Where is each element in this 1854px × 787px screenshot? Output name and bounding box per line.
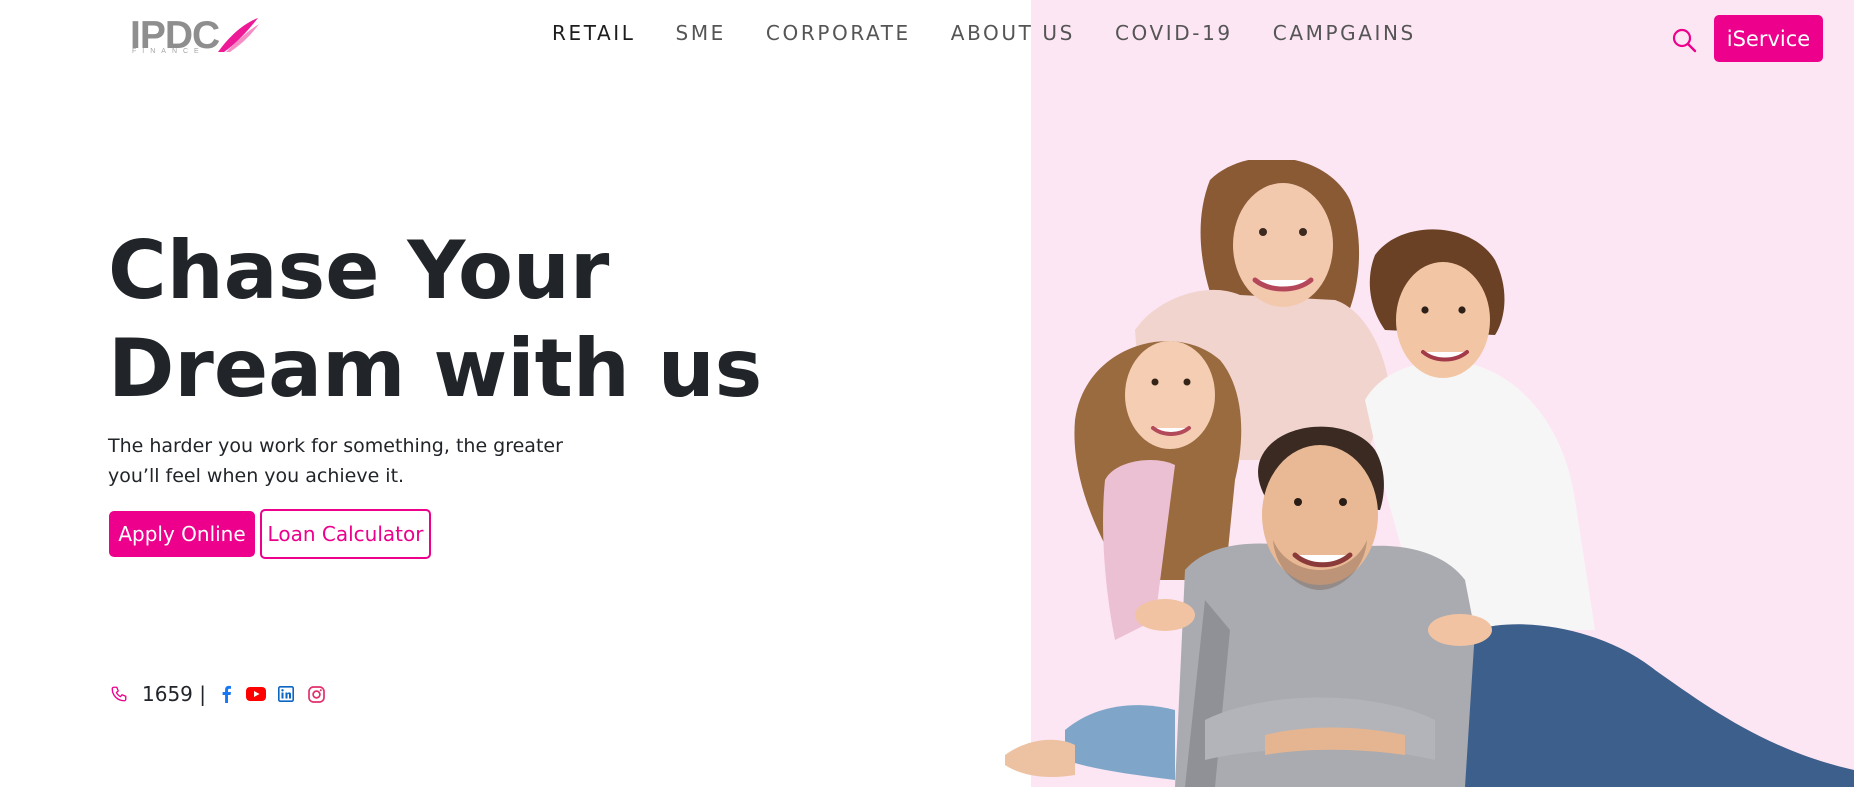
logo-swoosh-icon <box>218 18 259 52</box>
facebook-icon[interactable] <box>216 684 236 704</box>
headline-line-1: Chase Your <box>108 224 610 317</box>
main-nav: RETAIL SME CORPORATE ABOUT US COVID-19 C… <box>552 21 1456 45</box>
contact-bar: 1659 | <box>110 680 336 708</box>
nav-item-retail[interactable]: RETAIL <box>552 21 636 45</box>
nav-item-campgains[interactable]: CAMPGAINS <box>1273 21 1416 45</box>
headline-line-2: Dream with us <box>108 322 763 415</box>
nav-item-corporate[interactable]: CORPORATE <box>766 21 911 45</box>
subtext-line-1: The harder you work for something, the g… <box>108 435 563 457</box>
nav-item-covid-19[interactable]: COVID-19 <box>1115 21 1233 45</box>
search-icon[interactable] <box>1670 26 1698 54</box>
phone-number[interactable]: 1659 | <box>142 682 206 706</box>
logo-subtext: FINANCE <box>132 48 205 55</box>
hero-headline: Chase Your Dream with us <box>108 222 868 418</box>
instagram-icon[interactable] <box>306 684 326 704</box>
linkedin-icon[interactable] <box>276 684 296 704</box>
hero-subtext: The harder you work for something, the g… <box>108 431 568 491</box>
apply-online-button[interactable]: Apply Online <box>109 511 255 557</box>
nav-item-about-us[interactable]: ABOUT US <box>951 21 1075 45</box>
ipdc-logo[interactable]: IPDC FINANCE <box>130 14 265 58</box>
phone-icon <box>111 686 127 702</box>
family-photo <box>1005 160 1854 787</box>
loan-calculator-button[interactable]: Loan Calculator <box>260 509 431 559</box>
nav-item-sme[interactable]: SME <box>676 21 726 45</box>
iservice-button[interactable]: iService <box>1714 15 1823 62</box>
youtube-icon[interactable] <box>246 684 266 704</box>
subtext-line-2: you’ll feel when you achieve it. <box>108 465 405 487</box>
